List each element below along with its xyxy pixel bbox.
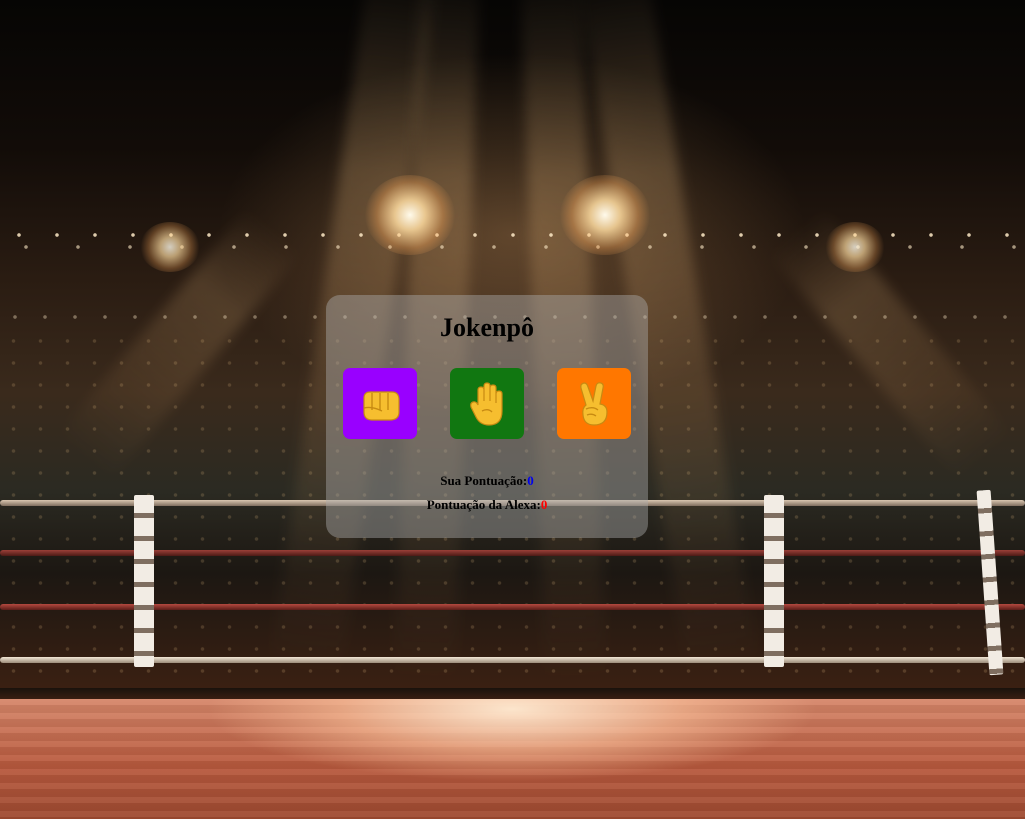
raised-hand-icon xyxy=(467,381,507,427)
ring-corner-post xyxy=(764,495,784,667)
alexa-score-value: 0 xyxy=(540,497,548,512)
user-score-label: Sua Pontuação: xyxy=(440,473,528,488)
game-panel: Jokenpô Sua Pontuação:0 Pontuação da Ale… xyxy=(326,295,648,538)
fist-icon xyxy=(358,384,402,424)
ring-corner-post xyxy=(134,495,154,667)
spotlight-lamp xyxy=(560,175,650,255)
scissors-button[interactable] xyxy=(557,368,631,439)
user-score: Sua Pontuação:0 xyxy=(326,473,648,489)
paper-button[interactable] xyxy=(450,368,524,439)
rock-button[interactable] xyxy=(343,368,417,439)
ring-canvas xyxy=(0,699,1025,819)
user-score-value: 0 xyxy=(527,473,534,488)
spotlight-lamp xyxy=(825,222,885,272)
alexa-score: Pontuação da Alexa:0 xyxy=(326,497,648,513)
game-title: Jokenpô xyxy=(440,313,534,342)
alexa-score-label: Pontuação da Alexa: xyxy=(426,497,541,512)
spotlight-lamp xyxy=(365,175,455,255)
victory-hand-icon xyxy=(574,381,614,427)
spotlight-lamp xyxy=(140,222,200,272)
